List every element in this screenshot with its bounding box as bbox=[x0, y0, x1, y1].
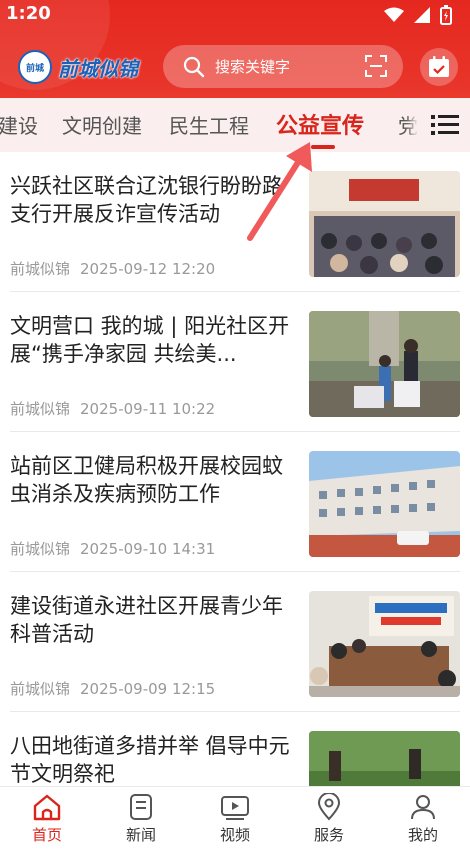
search-placeholder: 搜索关键字 bbox=[215, 58, 291, 76]
news-title: 站前区卫健局积极开展校园蚊虫消杀及疾病预防工作 bbox=[10, 454, 283, 506]
news-item[interactable]: 站前区卫健局积极开展校园蚊虫消杀及疾病预防工作 前城似锦 2025-09-10 1… bbox=[10, 432, 460, 572]
user-icon bbox=[411, 795, 435, 820]
news-item[interactable]: 兴跃社区联合辽沈银行盼盼路支行开展反诈宣传活动 前城似锦 2025-09-12 1… bbox=[10, 152, 460, 292]
news-meta: 前城似锦 2025-09-10 14:31 bbox=[10, 538, 215, 559]
location-icon bbox=[317, 793, 341, 821]
tab-construction[interactable]: 建设 bbox=[0, 110, 38, 139]
news-meta: 前城似锦 2025-09-12 12:20 bbox=[10, 258, 215, 279]
logo-badge: 前城 bbox=[18, 50, 52, 84]
nav-label: 我的 bbox=[407, 826, 438, 844]
bottom-navigation: 首页 新闻 视频 服务 我的 bbox=[0, 786, 470, 849]
search-bar[interactable]: 搜索关键字 bbox=[163, 45, 403, 88]
search-icon bbox=[183, 56, 205, 77]
news-meta: 前城似锦 2025-09-09 12:15 bbox=[10, 678, 215, 699]
home-icon bbox=[33, 794, 61, 821]
news-list: 兴跃社区联合辽沈银行盼盼路支行开展反诈宣传活动 前城似锦 2025-09-12 1… bbox=[0, 152, 470, 849]
nav-home[interactable]: 首页 bbox=[0, 787, 94, 849]
battery-icon bbox=[440, 5, 452, 25]
tab-livelihood[interactable]: 民生工程 bbox=[169, 110, 249, 139]
category-tabs: 建设 文明创建 民生工程 公益宣传 党 bbox=[0, 98, 470, 152]
signal-icon bbox=[414, 7, 430, 23]
news-thumbnail bbox=[309, 171, 460, 277]
app-logo[interactable]: 前城 前城似锦 bbox=[18, 50, 138, 84]
logo-text: 前城似锦 bbox=[58, 56, 138, 81]
news-thumbnail bbox=[309, 451, 460, 557]
news-thumbnail bbox=[309, 591, 460, 697]
news-time: 2025-09-10 14:31 bbox=[80, 540, 216, 558]
news-source: 前城似锦 bbox=[10, 400, 71, 418]
tab-menu-button[interactable] bbox=[420, 98, 470, 152]
news-title: 建设街道永进社区开展青少年科普活动 bbox=[10, 594, 283, 646]
nav-service[interactable]: 服务 bbox=[282, 787, 376, 849]
nav-news[interactable]: 新闻 bbox=[94, 787, 188, 849]
news-meta: 前城似锦 2025-09-11 10:22 bbox=[10, 398, 215, 419]
tab-party[interactable]: 党 bbox=[398, 110, 418, 139]
nav-video[interactable]: 视频 bbox=[188, 787, 282, 849]
news-thumbnail bbox=[309, 311, 460, 417]
news-time: 2025-09-09 12:15 bbox=[80, 680, 216, 698]
nav-label: 服务 bbox=[313, 826, 344, 844]
news-title: 文明营口 我的城 | 阳光社区开展“携手净家园 共绘美... bbox=[10, 314, 290, 366]
news-time: 2025-09-12 12:20 bbox=[80, 260, 216, 278]
nav-label: 视频 bbox=[219, 826, 250, 844]
calendar-icon bbox=[429, 56, 449, 77]
video-icon bbox=[221, 796, 249, 820]
tab-public-welfare[interactable]: 公益宣传 bbox=[276, 108, 364, 140]
news-title: 八田地街道多措并举 倡导中元节文明祭祀 bbox=[10, 734, 290, 786]
news-time: 2025-09-11 10:22 bbox=[80, 400, 216, 418]
tab-civilization[interactable]: 文明创建 bbox=[62, 110, 142, 139]
news-item[interactable]: 文明营口 我的城 | 阳光社区开展“携手净家园 共绘美... 前城似锦 2025-… bbox=[10, 292, 460, 432]
scan-icon[interactable] bbox=[365, 55, 387, 77]
nav-label: 首页 bbox=[31, 826, 62, 844]
news-icon bbox=[130, 794, 152, 820]
news-source: 前城似锦 bbox=[10, 540, 71, 558]
nav-label: 新闻 bbox=[125, 826, 156, 844]
list-menu-icon bbox=[431, 115, 459, 135]
nav-mine[interactable]: 我的 bbox=[376, 787, 470, 849]
status-bar: 1:20 bbox=[0, 0, 470, 30]
status-icons bbox=[384, 5, 452, 25]
wifi-icon bbox=[384, 7, 404, 22]
news-item[interactable]: 建设街道永进社区开展青少年科普活动 前城似锦 2025-09-09 12:15 bbox=[10, 572, 460, 712]
news-source: 前城似锦 bbox=[10, 260, 71, 278]
annotation-arrow-icon bbox=[247, 142, 312, 241]
status-time: 1:20 bbox=[6, 3, 51, 24]
calendar-button[interactable] bbox=[420, 48, 458, 86]
news-source: 前城似锦 bbox=[10, 680, 71, 698]
